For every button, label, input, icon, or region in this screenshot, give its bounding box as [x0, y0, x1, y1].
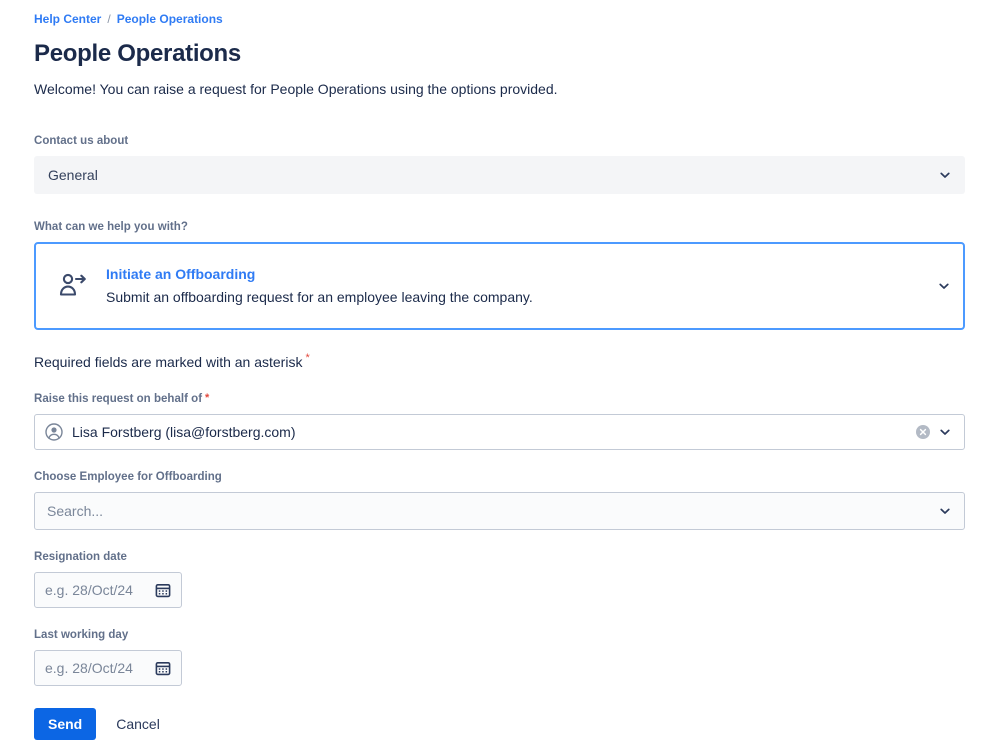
- contact-about-field-group: Contact us about General: [34, 134, 965, 194]
- last-working-day-label: Last working day: [34, 628, 965, 642]
- employee-field-group: Choose Employee for Offboarding Search..…: [34, 470, 965, 530]
- form-actions: Send Cancel: [34, 708, 965, 740]
- last-working-day-input[interactable]: e.g. 28/Oct/24: [34, 650, 182, 686]
- behalf-of-value: Lisa Forstberg (lisa@forstberg.com): [72, 423, 296, 441]
- contact-about-label: Contact us about: [34, 134, 965, 148]
- resignation-date-label: Resignation date: [34, 550, 965, 564]
- cancel-button[interactable]: Cancel: [106, 708, 170, 740]
- required-fields-note: Required fields are marked with an aster…: [34, 352, 965, 372]
- chevron-down-icon[interactable]: [939, 169, 951, 181]
- chevron-down-icon[interactable]: [939, 426, 951, 438]
- chevron-down-icon[interactable]: [939, 505, 951, 517]
- behalf-of-label: Raise this request on behalf of*: [34, 392, 965, 406]
- breadcrumb-separator: /: [107, 11, 110, 27]
- behalf-of-field-group: Raise this request on behalf of* Lisa Fo…: [34, 392, 965, 450]
- person-arrow-offboarding-icon: [56, 269, 90, 303]
- required-fields-note-text: Required fields are marked with an aster…: [34, 354, 302, 370]
- behalf-of-select[interactable]: Lisa Forstberg (lisa@forstberg.com): [34, 414, 965, 450]
- contact-about-select[interactable]: General: [34, 156, 965, 194]
- help-with-label: What can we help you with?: [34, 220, 965, 234]
- user-avatar-icon: [45, 423, 63, 441]
- calendar-icon[interactable]: [155, 660, 171, 676]
- resignation-date-input[interactable]: e.g. 28/Oct/24: [34, 572, 182, 608]
- employee-placeholder: Search...: [47, 503, 103, 519]
- breadcrumb-item-people-operations[interactable]: People Operations: [117, 11, 223, 27]
- send-button[interactable]: Send: [34, 708, 96, 740]
- behalf-of-label-text: Raise this request on behalf of: [34, 393, 202, 405]
- page-intro-text: Welcome! You can raise a request for Peo…: [34, 79, 965, 99]
- required-asterisk: *: [205, 392, 209, 404]
- chevron-down-icon[interactable]: [938, 280, 950, 292]
- breadcrumb: Help Center / People Operations: [34, 11, 965, 27]
- resignation-date-placeholder: e.g. 28/Oct/24: [45, 581, 133, 599]
- contact-about-value: General: [48, 167, 98, 183]
- request-form-page: Help Center / People Operations People O…: [0, 0, 999, 704]
- required-asterisk: *: [305, 352, 309, 364]
- help-with-field-group: What can we help you with? Initiate an O…: [34, 220, 965, 330]
- page-title: People Operations: [34, 39, 965, 69]
- employee-label: Choose Employee for Offboarding: [34, 470, 965, 484]
- resignation-date-field-group: Resignation date e.g. 28/Oct/24: [34, 550, 965, 608]
- last-working-day-placeholder: e.g. 28/Oct/24: [45, 659, 133, 677]
- employee-select[interactable]: Search...: [34, 492, 965, 530]
- breadcrumb-item-help-center[interactable]: Help Center: [34, 11, 101, 27]
- calendar-icon[interactable]: [155, 582, 171, 598]
- request-type-selected-card[interactable]: Initiate an Offboarding Submit an offboa…: [34, 242, 965, 330]
- last-working-day-field-group: Last working day e.g. 28/Oct/24: [34, 628, 965, 686]
- request-type-description: Submit an offboarding request for an emp…: [106, 287, 533, 307]
- clear-circle-icon[interactable]: [916, 425, 930, 439]
- request-type-title: Initiate an Offboarding: [106, 265, 533, 283]
